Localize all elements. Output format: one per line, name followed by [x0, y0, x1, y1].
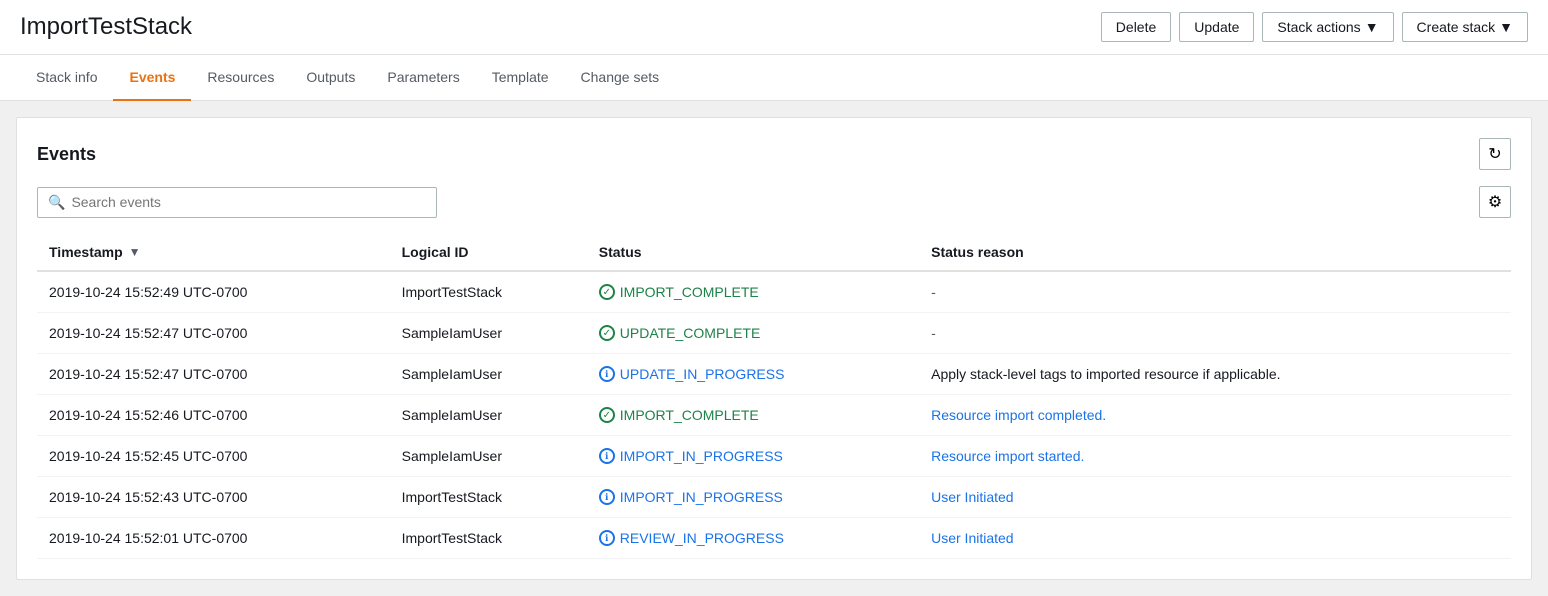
chevron-down-icon: ▼	[1365, 19, 1379, 35]
page-title: ImportTestStack	[20, 13, 192, 41]
gear-icon: ⚙	[1488, 192, 1502, 212]
table-row: 2019-10-24 15:52:47 UTC-0700SampleIamUse…	[37, 354, 1511, 395]
table-row: 2019-10-24 15:52:49 UTC-0700ImportTestSt…	[37, 271, 1511, 313]
status-text: IMPORT_COMPLETE	[620, 407, 759, 423]
tab-parameters[interactable]: Parameters	[371, 55, 475, 101]
main-content: Events ↻ 🔍 ⚙ Timestamp ▼	[0, 101, 1548, 596]
chevron-down-icon: ▼	[1499, 19, 1513, 35]
table-row: 2019-10-24 15:52:01 UTC-0700ImportTestSt…	[37, 518, 1511, 559]
status-complete-icon: ✓	[599, 284, 615, 300]
cell-timestamp: 2019-10-24 15:52:46 UTC-0700	[37, 395, 390, 436]
status-complete-icon: ✓	[599, 407, 615, 423]
events-table: Timestamp ▼ Logical ID Status Status rea…	[37, 234, 1511, 559]
cell-status-reason: User Initiated	[919, 477, 1511, 518]
status-text: IMPORT_IN_PROGRESS	[620, 489, 783, 505]
header-actions: Delete Update Stack actions ▼ Create sta…	[1101, 12, 1528, 42]
table-header-row: Timestamp ▼ Logical ID Status Status rea…	[37, 234, 1511, 271]
cell-status: ℹ IMPORT_IN_PROGRESS	[587, 477, 919, 518]
cell-logical-id: SampleIamUser	[390, 354, 587, 395]
cell-logical-id: SampleIamUser	[390, 313, 587, 354]
cell-status: ✓ IMPORT_COMPLETE	[587, 271, 919, 313]
card-header: Events ↻	[37, 138, 1511, 170]
tab-bar: Stack info Events Resources Outputs Para…	[0, 55, 1548, 101]
status-reason-dash: -	[931, 284, 936, 300]
cell-status-reason: -	[919, 271, 1511, 313]
cell-status-reason: Resource import completed.	[919, 395, 1511, 436]
status-text: REVIEW_IN_PROGRESS	[620, 530, 784, 546]
tab-resources[interactable]: Resources	[191, 55, 290, 101]
table-row: 2019-10-24 15:52:45 UTC-0700SampleIamUse…	[37, 436, 1511, 477]
cell-timestamp: 2019-10-24 15:52:47 UTC-0700	[37, 313, 390, 354]
table-row: 2019-10-24 15:52:47 UTC-0700SampleIamUse…	[37, 313, 1511, 354]
events-card: Events ↻ 🔍 ⚙ Timestamp ▼	[16, 117, 1532, 580]
status-text: IMPORT_IN_PROGRESS	[620, 448, 783, 464]
cell-status: ✓ IMPORT_COMPLETE	[587, 395, 919, 436]
status-text: UPDATE_COMPLETE	[620, 325, 761, 341]
settings-button[interactable]: ⚙	[1479, 186, 1511, 218]
status-text: IMPORT_COMPLETE	[620, 284, 759, 300]
tab-change-sets[interactable]: Change sets	[565, 55, 676, 101]
status-complete-icon: ✓	[599, 325, 615, 341]
search-row: 🔍 ⚙	[37, 186, 1511, 218]
cell-timestamp: 2019-10-24 15:52:43 UTC-0700	[37, 477, 390, 518]
page-header: ImportTestStack Delete Update Stack acti…	[0, 0, 1548, 55]
search-box: 🔍	[37, 187, 437, 218]
update-button[interactable]: Update	[1179, 12, 1254, 42]
stack-actions-button[interactable]: Stack actions ▼	[1262, 12, 1393, 42]
status-reason-link[interactable]: User Initiated	[931, 530, 1013, 546]
cell-status-reason: User Initiated	[919, 518, 1511, 559]
cell-timestamp: 2019-10-24 15:52:47 UTC-0700	[37, 354, 390, 395]
cell-status: ℹ IMPORT_IN_PROGRESS	[587, 436, 919, 477]
cell-status: ℹ UPDATE_IN_PROGRESS	[587, 354, 919, 395]
col-header-timestamp: Timestamp ▼	[37, 234, 390, 271]
tab-events[interactable]: Events	[113, 55, 191, 101]
cell-logical-id: ImportTestStack	[390, 271, 587, 313]
create-stack-button[interactable]: Create stack ▼	[1402, 12, 1528, 42]
col-header-logical-id: Logical ID	[390, 234, 587, 271]
cell-status-reason: Resource import started.	[919, 436, 1511, 477]
cell-logical-id: ImportTestStack	[390, 477, 587, 518]
tab-outputs[interactable]: Outputs	[290, 55, 371, 101]
cell-status-reason: -	[919, 313, 1511, 354]
col-header-status: Status	[587, 234, 919, 271]
refresh-button[interactable]: ↻	[1479, 138, 1511, 170]
cell-status-reason: Apply stack-level tags to imported resou…	[919, 354, 1511, 395]
cell-logical-id: SampleIamUser	[390, 436, 587, 477]
cell-logical-id: ImportTestStack	[390, 518, 587, 559]
search-icon: 🔍	[48, 194, 65, 211]
cell-status: ✓ UPDATE_COMPLETE	[587, 313, 919, 354]
sort-icon[interactable]: ▼	[129, 245, 141, 259]
status-reason-text: Apply stack-level tags to imported resou…	[931, 366, 1280, 382]
search-input[interactable]	[71, 194, 426, 210]
cell-timestamp: 2019-10-24 15:52:01 UTC-0700	[37, 518, 390, 559]
table-row: 2019-10-24 15:52:43 UTC-0700ImportTestSt…	[37, 477, 1511, 518]
status-progress-icon: ℹ	[599, 448, 615, 464]
status-progress-icon: ℹ	[599, 489, 615, 505]
delete-button[interactable]: Delete	[1101, 12, 1171, 42]
status-progress-icon: ℹ	[599, 366, 615, 382]
cell-timestamp: 2019-10-24 15:52:49 UTC-0700	[37, 271, 390, 313]
tab-stack-info[interactable]: Stack info	[20, 55, 113, 101]
refresh-icon: ↻	[1488, 144, 1501, 164]
status-reason-link[interactable]: Resource import completed.	[931, 407, 1106, 423]
status-text: UPDATE_IN_PROGRESS	[620, 366, 785, 382]
col-header-status-reason: Status reason	[919, 234, 1511, 271]
status-reason-dash: -	[931, 325, 936, 341]
card-title: Events	[37, 144, 96, 165]
status-reason-link[interactable]: Resource import started.	[931, 448, 1084, 464]
cell-status: ℹ REVIEW_IN_PROGRESS	[587, 518, 919, 559]
status-reason-link[interactable]: User Initiated	[931, 489, 1013, 505]
cell-logical-id: SampleIamUser	[390, 395, 587, 436]
tab-template[interactable]: Template	[476, 55, 565, 101]
table-row: 2019-10-24 15:52:46 UTC-0700SampleIamUse…	[37, 395, 1511, 436]
cell-timestamp: 2019-10-24 15:52:45 UTC-0700	[37, 436, 390, 477]
status-progress-icon: ℹ	[599, 530, 615, 546]
